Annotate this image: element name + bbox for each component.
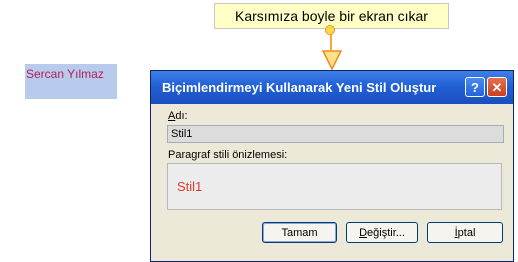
ok-button[interactable]: Tamam: [262, 222, 337, 243]
style-name-input[interactable]: Stil1: [167, 125, 504, 143]
name-label-text: dı:: [175, 110, 188, 122]
ok-button-label: Tamam: [281, 226, 318, 239]
cancel-button-label: ptal: [457, 226, 476, 239]
callout-text: Karsımıza boyle bir ekran cıkar: [235, 8, 428, 24]
style-name-value: Stil1: [171, 128, 193, 140]
cancel-button[interactable]: İptal: [427, 222, 503, 243]
dialog-title: Biçimlendirmeyi Kullanarak Yeni Stil Olu…: [162, 80, 437, 95]
author-name-block: Sercan Yılmaz: [25, 64, 117, 99]
close-button[interactable]: ✕: [487, 77, 507, 97]
down-arrow-icon: [322, 50, 342, 70]
modify-button-mnemonic: D: [359, 226, 368, 239]
style-preview-box: Stil1: [167, 163, 502, 210]
modify-button-label: eğiştir...: [367, 226, 405, 239]
help-icon: ?: [471, 79, 479, 95]
help-button[interactable]: ?: [465, 77, 485, 97]
modify-button[interactable]: Değiştir...: [346, 222, 418, 243]
dialog-titlebar[interactable]: Biçimlendirmeyi Kullanarak Yeni Stil Olu…: [151, 71, 513, 104]
preview-sample-text: Stil1: [177, 179, 203, 194]
name-label: Adı:: [168, 110, 188, 122]
new-style-dialog: Biçimlendirmeyi Kullanarak Yeni Stil Olu…: [150, 70, 514, 262]
author-name: Sercan Yılmaz: [26, 67, 104, 81]
preview-label: Paragraf stili önizlemesi:: [168, 149, 288, 161]
close-icon: ✕: [491, 79, 503, 95]
callout-anchor-dot: [325, 25, 335, 35]
